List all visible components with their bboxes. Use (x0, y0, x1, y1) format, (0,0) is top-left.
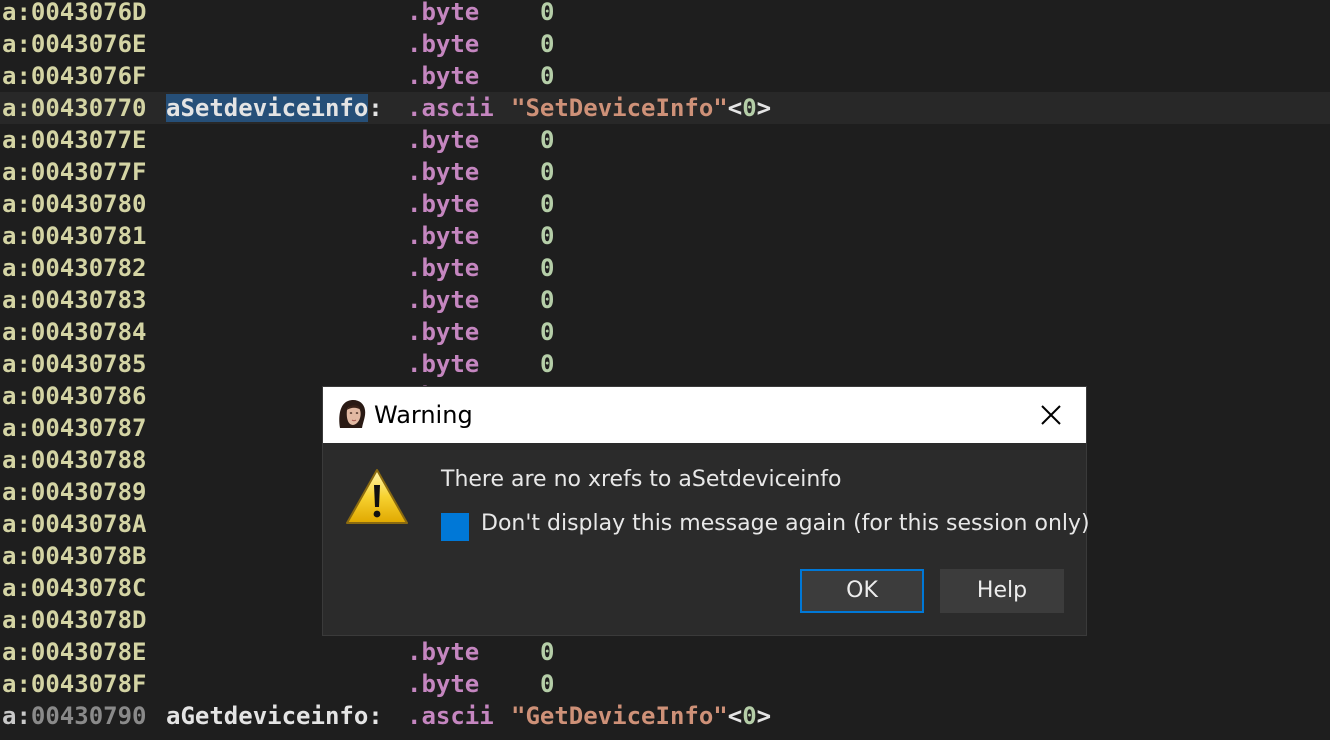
line-address: a:00430784 (2, 318, 147, 346)
listing-line[interactable]: a:00430785 .byte 0 (0, 348, 1330, 380)
line-address: a:00430782 (2, 254, 147, 282)
line-label[interactable]: aSetdeviceinfo: (166, 92, 383, 124)
line-address: a:0043077E (2, 126, 147, 154)
listing-line[interactable]: a:0043078F .byte 0 (0, 668, 1330, 700)
line-address: a:00430780 (2, 190, 147, 218)
listing-line[interactable]: a:00430782 .byte 0 (0, 252, 1330, 284)
line-address: a:00430770 (2, 94, 147, 122)
line-directive: .byte (407, 638, 480, 666)
string-literal: "GetDeviceInfo" (511, 702, 728, 730)
line-operand: 0 (540, 638, 555, 666)
line-directive: .byte (407, 0, 480, 26)
line-address: a:0043078B (2, 542, 147, 570)
line-directive: .byte (407, 670, 480, 698)
label-colon: : (368, 94, 383, 122)
line-string-operand: "GetDeviceInfo"<0> (511, 700, 771, 732)
listing-line[interactable]: a:00430783 .byte 0 (0, 284, 1330, 316)
line-address: a:00430781 (2, 222, 147, 250)
line-operand: 0 (540, 126, 555, 154)
listing-line[interactable]: a:0043076E .byte 0 (0, 28, 1330, 60)
terminator-value: 0 (742, 702, 757, 730)
listing-line[interactable]: a:00430790 aGetdeviceinfo: .ascii "GetDevic… (0, 700, 1330, 732)
line-label[interactable]: aGetdeviceinfo: (166, 700, 383, 732)
label-name[interactable]: aSetdeviceinfo (166, 94, 369, 122)
line-address: a:00430790 (2, 702, 147, 730)
listing-line[interactable]: a:0043076F .byte 0 (0, 60, 1330, 92)
string-terminator: <0> (727, 702, 772, 730)
line-operand: 0 (540, 286, 555, 314)
dialog-titlebar[interactable]: Warning (323, 387, 1086, 443)
dialog-message: There are no xrefs to aSetdeviceinfo (441, 467, 842, 492)
close-icon[interactable] (1029, 393, 1073, 437)
line-directive: .byte (407, 222, 480, 250)
line-operand: 0 (540, 350, 555, 378)
listing-line[interactable]: a:0043077E .byte 0 (0, 124, 1330, 156)
terminator-value: 0 (742, 94, 757, 122)
line-address: a:00430788 (2, 446, 147, 474)
ida-portrait-icon (336, 398, 368, 430)
line-operand: 0 (540, 670, 555, 698)
line-directive: .ascii (407, 94, 494, 122)
line-address: a:0043078D (2, 606, 147, 634)
line-address: a:0043076D (2, 0, 147, 26)
line-operand: 0 (540, 0, 555, 26)
listing-line[interactable]: a:00430770 aSetdeviceinfo: .ascii "SetDevic… (0, 92, 1330, 124)
line-string-operand: "SetDeviceInfo"<0> (511, 92, 771, 124)
line-address: a:0043078F (2, 670, 147, 698)
warning-dialog: Warning There are no xrefs to aSetdevice… (323, 387, 1090, 635)
line-directive: .byte (407, 158, 480, 186)
line-address: a:0043078E (2, 638, 147, 666)
dialog-title: Warning (374, 401, 473, 429)
line-operand: 0 (540, 254, 555, 282)
line-address: a:0043076F (2, 62, 147, 90)
line-address: a:0043076E (2, 30, 147, 58)
line-address: a:0043077F (2, 158, 147, 186)
line-directive: .ascii (407, 702, 494, 730)
line-directive: .byte (407, 350, 480, 378)
line-directive: .byte (407, 286, 480, 314)
line-address: a:00430786 (2, 382, 147, 410)
line-operand: 0 (540, 190, 555, 218)
listing-line[interactable]: a:00430784 .byte 0 (0, 316, 1330, 348)
ok-button[interactable]: OK (800, 569, 924, 613)
line-directive: .byte (407, 30, 480, 58)
help-button[interactable]: Help (940, 569, 1064, 613)
dont-show-again-checkbox[interactable] (441, 513, 469, 541)
line-address: a:00430787 (2, 414, 147, 442)
listing-line[interactable]: a:0043076D .byte 0 (0, 0, 1330, 28)
line-directive: .byte (407, 254, 480, 282)
line-operand: 0 (540, 222, 555, 250)
dont-show-again-label[interactable]: Don't display this message again (for th… (481, 511, 1090, 536)
line-address: a:0043078A (2, 510, 147, 538)
line-address: a:00430785 (2, 350, 147, 378)
line-directive: .byte (407, 190, 480, 218)
line-address: a:00430789 (2, 478, 147, 506)
label-name[interactable]: aGetdeviceinfo (166, 702, 368, 730)
line-operand: 0 (540, 318, 555, 346)
warning-triangle-icon (346, 469, 408, 524)
listing-line[interactable]: a:0043077F .byte 0 (0, 156, 1330, 188)
line-operand: 0 (540, 30, 555, 58)
listing-line[interactable]: a:00430780 .byte 0 (0, 188, 1330, 220)
listing-line[interactable]: a:0043078E .byte 0 (0, 636, 1330, 668)
line-operand: 0 (540, 62, 555, 90)
line-operand: 0 (540, 158, 555, 186)
line-directive: .byte (407, 318, 480, 346)
string-literal: "SetDeviceInfo" (511, 94, 728, 122)
line-address: a:0043078C (2, 574, 147, 602)
label-colon: : (368, 702, 383, 730)
line-directive: .byte (407, 62, 480, 90)
listing-line[interactable]: a:00430781 .byte 0 (0, 220, 1330, 252)
line-directive: .byte (407, 126, 480, 154)
string-terminator: <0> (727, 94, 772, 122)
line-address: a:00430783 (2, 286, 147, 314)
